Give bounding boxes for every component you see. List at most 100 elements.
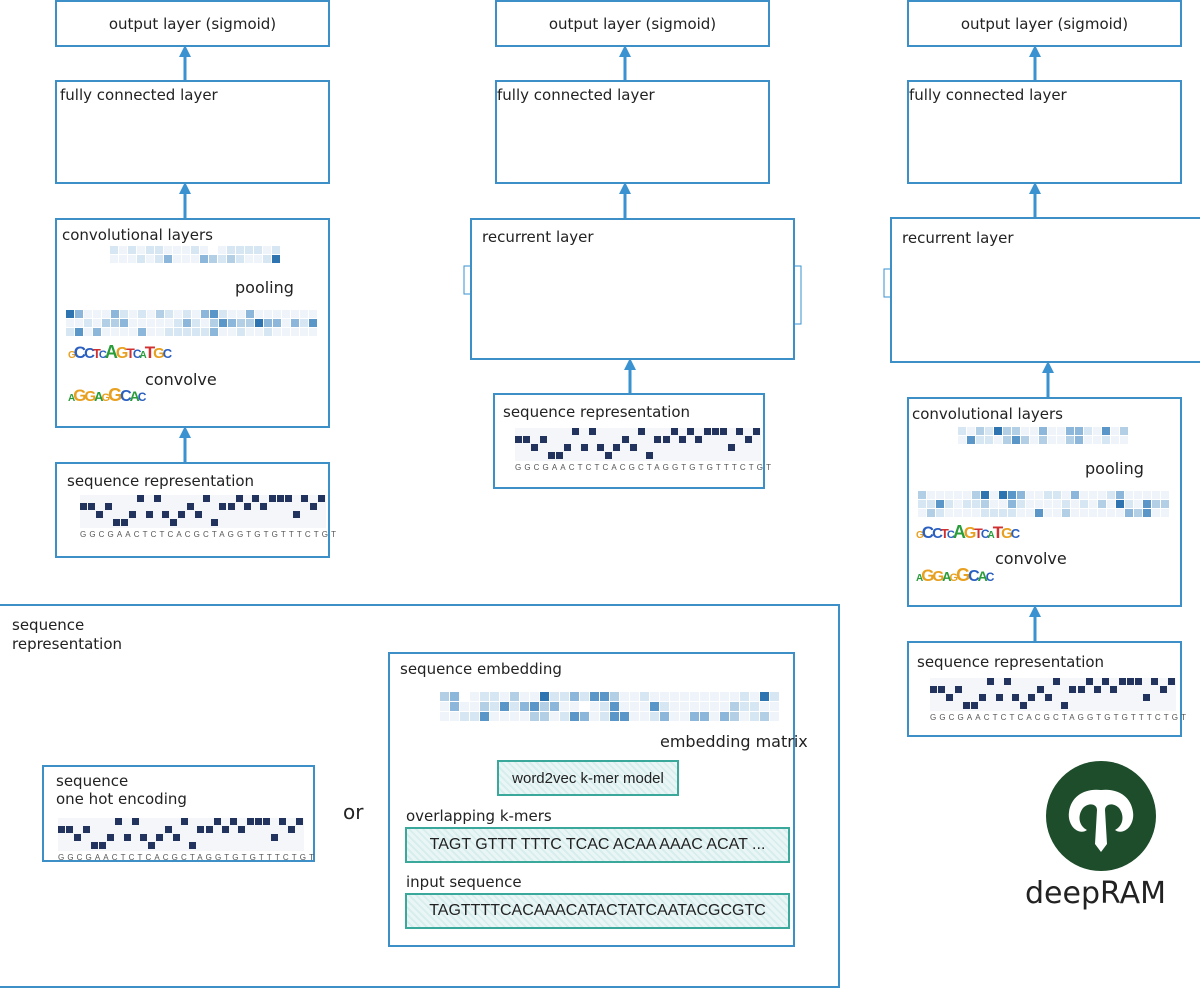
onehot-cell — [621, 436, 629, 443]
heat-cell — [590, 692, 599, 701]
heat-cell — [155, 246, 163, 254]
heat-cell — [1152, 509, 1160, 517]
heat-cell — [670, 712, 679, 721]
kmers-text: TAGT GTTT TTTC TCAC ACAA AAAC ACAT ... — [429, 836, 766, 853]
heat-cell — [309, 328, 317, 336]
heat-cell — [550, 712, 559, 721]
heat-cell — [972, 500, 980, 508]
onehot-cell — [148, 842, 156, 849]
heat-cell — [182, 255, 190, 263]
heat-cell — [1021, 427, 1029, 435]
heat-cell — [927, 509, 935, 517]
heat-cell — [500, 692, 509, 701]
heat-cell — [182, 246, 190, 254]
heat-cell — [640, 702, 649, 711]
heat-cell — [111, 328, 119, 336]
heat-cell — [954, 500, 962, 508]
recurrent-label: recurrent layer — [482, 228, 594, 246]
heat-cell — [1071, 491, 1079, 499]
embedding-label: sequence embedding — [400, 660, 562, 678]
heat-cell — [680, 692, 689, 701]
heat-cell — [246, 328, 254, 336]
heat-cell — [560, 702, 569, 711]
heat-cell — [183, 319, 191, 327]
heat-cell — [740, 692, 749, 701]
heat-cell — [272, 246, 280, 254]
heat-cell — [1012, 436, 1020, 444]
heat-cell — [228, 310, 236, 318]
heat-cell — [1080, 500, 1088, 508]
heat-cell — [1107, 509, 1115, 517]
heat-cell — [590, 702, 599, 711]
heat-cell — [147, 310, 155, 318]
onehot-cell — [172, 834, 180, 841]
heat-cell — [770, 712, 779, 721]
heat-cell — [1111, 427, 1119, 435]
heat-cell — [174, 328, 182, 336]
heat-cell — [174, 319, 182, 327]
heat-cell — [520, 712, 529, 721]
heat-cell — [84, 319, 92, 327]
sequence-text: GGCGAACTCTCACGCTAGGTGTGTTTCTGT — [930, 713, 1190, 722]
heat-cell — [480, 712, 489, 721]
heat-cell — [1089, 500, 1097, 508]
heat-cell — [137, 246, 145, 254]
onehot-cell — [564, 444, 572, 451]
heat-cell — [985, 436, 993, 444]
onehot-cell — [1126, 678, 1134, 685]
onehot-cell — [531, 444, 539, 451]
heat-cell — [1003, 427, 1011, 435]
heat-cell — [1057, 427, 1065, 435]
heat-cell — [460, 712, 469, 721]
onehot-cell — [1053, 678, 1060, 685]
heat-cell — [254, 246, 262, 254]
heat-cell — [1089, 509, 1097, 517]
onehot-cell — [654, 436, 662, 443]
heat-cell — [976, 427, 984, 435]
heat-cell — [1152, 491, 1160, 499]
onehot-cell — [662, 436, 670, 443]
ram-logo-icon — [1046, 761, 1156, 871]
onehot-cell — [189, 842, 197, 849]
onehot-cell — [197, 826, 205, 833]
heat-cell — [760, 712, 769, 721]
onehot-cell — [613, 444, 621, 451]
heat-cell — [1021, 436, 1029, 444]
heat-cell — [981, 509, 989, 517]
heat-cell — [1048, 436, 1056, 444]
heat-cell — [936, 509, 944, 517]
fc-label: fully connected layer — [497, 86, 655, 104]
heat-cell — [710, 712, 719, 721]
heat-cell — [967, 427, 975, 435]
heat-cell — [490, 692, 499, 701]
onehot-cell — [107, 834, 115, 841]
onehot-cell — [263, 818, 270, 825]
heat-cell — [1084, 427, 1092, 435]
onehot-cell — [162, 511, 169, 518]
onehot-cell — [1028, 694, 1036, 701]
heat-cell — [1057, 436, 1065, 444]
heat-cell — [111, 319, 119, 327]
heat-cell — [165, 319, 173, 327]
heat-cell — [560, 712, 569, 721]
heat-cell — [273, 319, 281, 327]
heat-cell — [927, 491, 935, 499]
heat-cell — [111, 310, 119, 318]
heat-cell — [936, 500, 944, 508]
convolve-label: convolve — [995, 549, 1067, 568]
heat-cell — [620, 712, 629, 721]
onehot-cell — [954, 686, 962, 693]
heat-cell — [245, 246, 253, 254]
heat-cell — [1017, 500, 1025, 508]
heat-cell — [263, 246, 271, 254]
heat-cell — [580, 702, 589, 711]
heat-cell — [1071, 509, 1079, 517]
heat-cell — [1039, 436, 1047, 444]
heat-cell — [1017, 509, 1025, 517]
heat-cell — [1098, 491, 1106, 499]
onehot-cell — [279, 818, 287, 825]
heat-cell — [730, 692, 739, 701]
heat-cell — [1107, 500, 1115, 508]
sequence-text: GGCGAACTCTCACGCTAGGTGTGTTTCTGT — [58, 853, 318, 862]
output-label: output layer (sigmoid) — [548, 14, 717, 33]
